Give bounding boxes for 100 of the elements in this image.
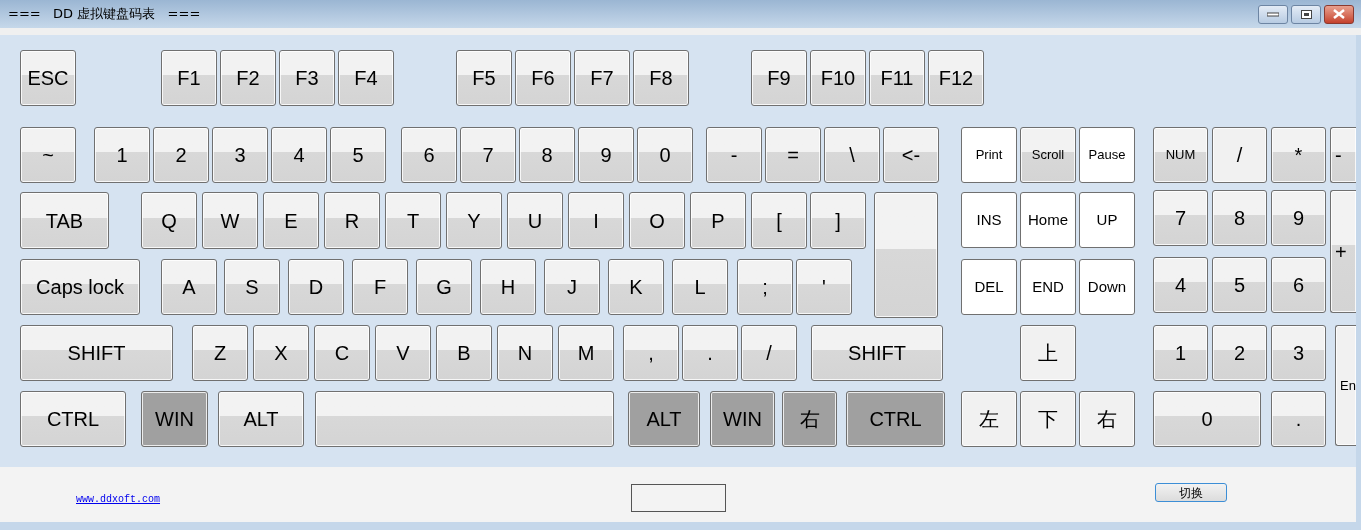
key[interactable]: ] bbox=[810, 192, 866, 249]
website-link[interactable]: www.ddxoft.com bbox=[76, 492, 160, 507]
key[interactable]: NUM bbox=[1153, 127, 1208, 183]
key[interactable]: / bbox=[1212, 127, 1267, 183]
key[interactable]: 1 bbox=[94, 127, 150, 183]
key[interactable]: F11 bbox=[869, 50, 925, 106]
key[interactable]: - bbox=[706, 127, 762, 183]
key[interactable]: CTRL bbox=[20, 391, 126, 447]
key[interactable]: 4 bbox=[271, 127, 327, 183]
key[interactable]: CTRL bbox=[846, 391, 945, 447]
key[interactable] bbox=[315, 391, 614, 447]
key[interactable]: - bbox=[1330, 127, 1356, 183]
key[interactable]: TAB bbox=[20, 192, 109, 249]
key[interactable]: Print bbox=[961, 127, 1017, 183]
key[interactable]: 1 bbox=[1153, 325, 1208, 381]
key[interactable]: . bbox=[1271, 391, 1326, 447]
key[interactable]: En bbox=[1335, 325, 1356, 446]
key[interactable]: . bbox=[682, 325, 738, 381]
key[interactable]: 2 bbox=[1212, 325, 1267, 381]
key[interactable]: I bbox=[568, 192, 624, 249]
key[interactable]: \ bbox=[824, 127, 880, 183]
key[interactable]: <- bbox=[883, 127, 939, 183]
key[interactable]: 右 bbox=[1079, 391, 1135, 447]
switch-button[interactable]: 切换 bbox=[1155, 483, 1227, 502]
key[interactable]: F7 bbox=[574, 50, 630, 106]
key[interactable]: B bbox=[436, 325, 492, 381]
key[interactable]: = bbox=[765, 127, 821, 183]
key[interactable]: 0 bbox=[1153, 391, 1261, 447]
key[interactable]: H bbox=[480, 259, 536, 315]
key[interactable]: INS bbox=[961, 192, 1017, 248]
key[interactable]: X bbox=[253, 325, 309, 381]
key[interactable]: Caps lock bbox=[20, 259, 140, 315]
key[interactable]: Scroll bbox=[1020, 127, 1076, 183]
key[interactable]: 7 bbox=[1153, 190, 1208, 246]
key[interactable]: C bbox=[314, 325, 370, 381]
key[interactable]: SHIFT bbox=[20, 325, 173, 381]
key[interactable]: E bbox=[263, 192, 319, 249]
key[interactable]: F bbox=[352, 259, 408, 315]
key[interactable]: DEL bbox=[961, 259, 1017, 315]
key[interactable]: WIN bbox=[710, 391, 775, 447]
key[interactable]: N bbox=[497, 325, 553, 381]
maximize-button[interactable] bbox=[1291, 4, 1321, 24]
key[interactable]: 6 bbox=[1271, 257, 1326, 313]
key[interactable]: Q bbox=[141, 192, 197, 249]
key[interactable]: A bbox=[161, 259, 217, 315]
key[interactable]: Down bbox=[1079, 259, 1135, 315]
key[interactable]: 上 bbox=[1020, 325, 1076, 381]
key[interactable]: J bbox=[544, 259, 600, 315]
key[interactable]: 下 bbox=[1020, 391, 1076, 447]
key[interactable]: F2 bbox=[220, 50, 276, 106]
key[interactable]: [ bbox=[751, 192, 807, 249]
key[interactable]: 3 bbox=[212, 127, 268, 183]
key[interactable]: F6 bbox=[515, 50, 571, 106]
key[interactable]: ' bbox=[796, 259, 852, 315]
key[interactable]: G bbox=[416, 259, 472, 315]
key[interactable]: 6 bbox=[401, 127, 457, 183]
key[interactable]: END bbox=[1020, 259, 1076, 315]
key[interactable]: * bbox=[1271, 127, 1326, 183]
key[interactable]: 7 bbox=[460, 127, 516, 183]
key[interactable]: ESC bbox=[20, 50, 76, 106]
key[interactable]: T bbox=[385, 192, 441, 249]
key[interactable]: WIN bbox=[141, 391, 208, 447]
key[interactable]: S bbox=[224, 259, 280, 315]
key[interactable]: 0 bbox=[637, 127, 693, 183]
key[interactable]: 8 bbox=[1212, 190, 1267, 246]
key[interactable]: ; bbox=[737, 259, 793, 315]
key[interactable]: 4 bbox=[1153, 257, 1208, 313]
key[interactable]: L bbox=[672, 259, 728, 315]
key[interactable]: F10 bbox=[810, 50, 866, 106]
key[interactable] bbox=[874, 192, 938, 318]
key[interactable]: 5 bbox=[330, 127, 386, 183]
key[interactable]: Y bbox=[446, 192, 502, 249]
key[interactable]: ALT bbox=[218, 391, 304, 447]
key[interactable]: / bbox=[741, 325, 797, 381]
key[interactable]: 9 bbox=[1271, 190, 1326, 246]
key[interactable]: F1 bbox=[161, 50, 217, 106]
key[interactable]: M bbox=[558, 325, 614, 381]
key[interactable]: SHIFT bbox=[811, 325, 943, 381]
text-field[interactable] bbox=[631, 484, 726, 512]
key[interactable]: V bbox=[375, 325, 431, 381]
key[interactable]: Pause bbox=[1079, 127, 1135, 183]
key[interactable]: 3 bbox=[1271, 325, 1326, 381]
key[interactable]: F5 bbox=[456, 50, 512, 106]
key[interactable]: R bbox=[324, 192, 380, 249]
key[interactable]: ALT bbox=[628, 391, 700, 447]
key[interactable]: O bbox=[629, 192, 685, 249]
key[interactable]: 左 bbox=[961, 391, 1017, 447]
key[interactable]: W bbox=[202, 192, 258, 249]
key[interactable]: 5 bbox=[1212, 257, 1267, 313]
key[interactable]: Home bbox=[1020, 192, 1076, 248]
close-button[interactable] bbox=[1324, 4, 1354, 24]
key[interactable]: , bbox=[623, 325, 679, 381]
key[interactable]: 右 bbox=[782, 391, 837, 447]
key[interactable]: K bbox=[608, 259, 664, 315]
key[interactable]: P bbox=[690, 192, 746, 249]
key[interactable]: F12 bbox=[928, 50, 984, 106]
key[interactable]: D bbox=[288, 259, 344, 315]
key[interactable]: F8 bbox=[633, 50, 689, 106]
key[interactable]: F4 bbox=[338, 50, 394, 106]
key[interactable]: 8 bbox=[519, 127, 575, 183]
